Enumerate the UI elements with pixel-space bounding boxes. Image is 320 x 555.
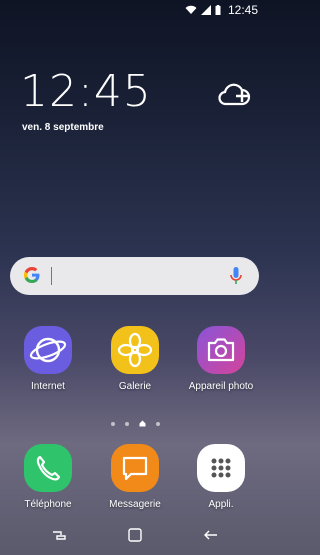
app-label: Téléphone [24, 499, 72, 510]
page-dot [155, 421, 160, 426]
app-camera[interactable]: Appareil photo [181, 326, 261, 392]
apps-grid-icon [197, 444, 245, 492]
page-dot [110, 421, 115, 426]
app-label: Appareil photo [188, 381, 254, 392]
clock-widget-time[interactable]: 12:45 [20, 66, 152, 117]
clock-widget-date: ven. 8 septembre [22, 122, 104, 133]
internet-icon [24, 326, 72, 374]
home-page-icon [139, 420, 145, 427]
home-icon[interactable] [125, 525, 145, 545]
app-label: Internet [31, 381, 65, 392]
page-dot [124, 421, 129, 426]
app-gallery[interactable]: Galerie [95, 326, 175, 392]
status-time: 12:45 [227, 3, 258, 17]
app-label: Messagerie [109, 499, 161, 510]
app-label: Galerie [118, 381, 152, 392]
signal-icon [200, 5, 211, 15]
battery-icon [215, 5, 221, 15]
google-search-bar[interactable] [10, 257, 259, 295]
status-bar: 12:45 [0, 0, 270, 20]
page-indicator[interactable] [0, 420, 270, 427]
app-label: Appli. [208, 499, 234, 510]
mic-icon[interactable] [229, 266, 243, 286]
camera-icon [197, 326, 245, 374]
gallery-flower-icon [111, 326, 159, 374]
phone-icon [24, 444, 72, 492]
app-drawer[interactable]: Appli. [181, 444, 261, 510]
app-internet[interactable]: Internet [8, 326, 88, 392]
wifi-icon [185, 5, 197, 14]
app-phone[interactable]: Téléphone [8, 444, 88, 510]
status-icons: 12:45 [185, 3, 258, 17]
navigation-bar [0, 515, 270, 555]
google-logo-icon [23, 266, 40, 284]
app-messages[interactable]: Messagerie [95, 444, 175, 510]
recent-apps-icon[interactable] [49, 525, 69, 545]
back-icon[interactable] [201, 525, 221, 545]
search-cursor [51, 267, 52, 285]
message-icon [111, 444, 159, 492]
cloud-add-icon[interactable] [216, 82, 252, 108]
